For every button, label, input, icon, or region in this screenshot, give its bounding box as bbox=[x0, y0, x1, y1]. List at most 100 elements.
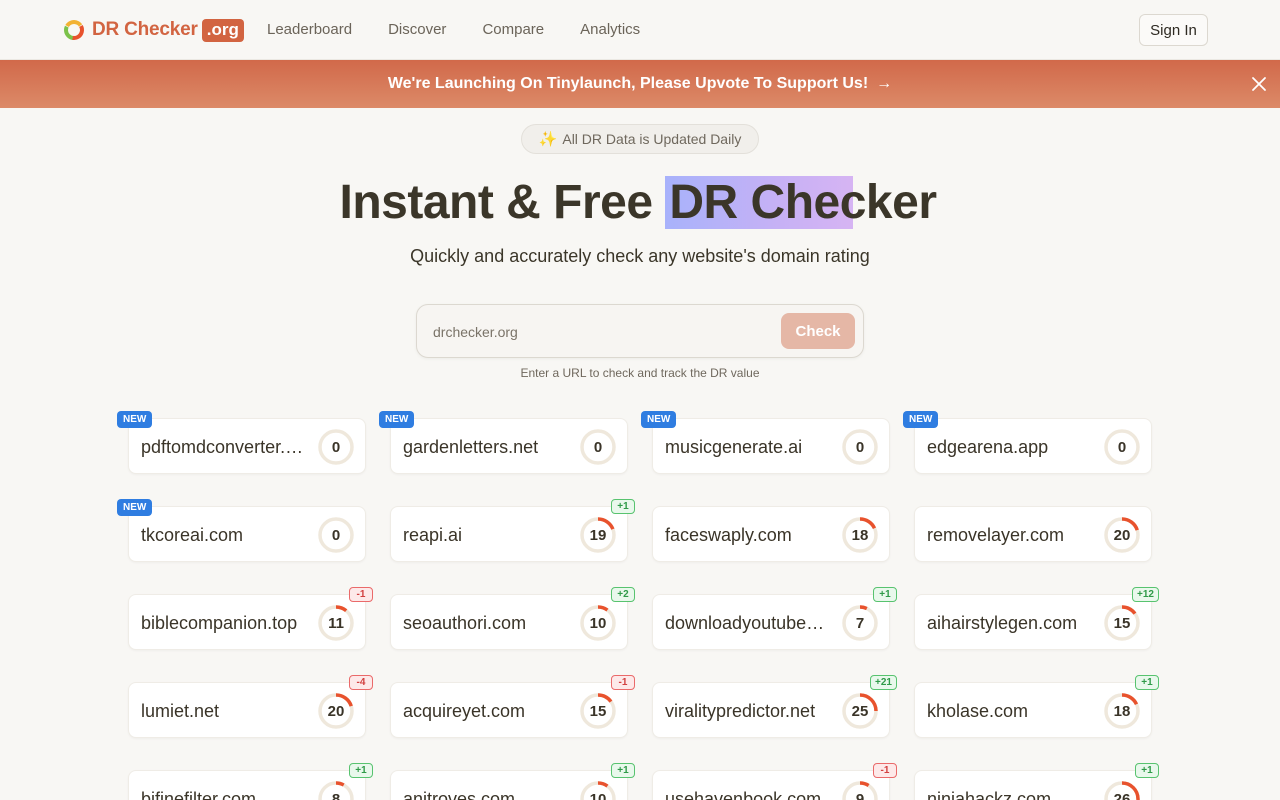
title-highlight: DR Checker bbox=[665, 176, 941, 229]
site-card[interactable]: acquireyet.com 15 -1 bbox=[390, 675, 635, 738]
site-card[interactable]: usehavenbook.com 9 -1 bbox=[652, 763, 897, 800]
update-pill: ✨ All DR Data is Updated Daily bbox=[521, 124, 759, 154]
close-icon[interactable] bbox=[1249, 74, 1269, 94]
dr-change-badge: +2 bbox=[611, 587, 635, 602]
url-input[interactable] bbox=[433, 321, 773, 343]
new-badge: NEW bbox=[117, 411, 153, 428]
dr-value: 26 bbox=[1113, 790, 1131, 800]
site-domain: gardenletters.net bbox=[403, 437, 539, 457]
dr-change-badge: -1 bbox=[349, 587, 373, 602]
logo-text: DR Checker bbox=[92, 19, 198, 40]
dr-value: 19 bbox=[589, 526, 607, 544]
banner-text: We're Launching On Tinylaunch, Please Up… bbox=[387, 75, 869, 92]
site-card[interactable]: aihairstylegen.com 15 +12 bbox=[914, 587, 1159, 650]
site-card[interactable]: gardenletters.net 0 NEW bbox=[379, 411, 628, 474]
site-card[interactable]: downloadyoutubevideo.com 7 +1 bbox=[652, 587, 897, 650]
dr-change-badge: +1 bbox=[1135, 763, 1159, 778]
nav-leaderboard[interactable]: Leaderboard bbox=[267, 20, 352, 40]
search-hint: Enter a URL to check and track the DR va… bbox=[520, 366, 760, 380]
top-header: DR Checker .org Leaderboard Discover Com… bbox=[0, 0, 1280, 60]
site-domain: musicgenerate.ai bbox=[665, 437, 803, 457]
arrow-right-icon: → bbox=[876, 75, 893, 92]
dr-value: 10 bbox=[589, 614, 607, 632]
site-card[interactable]: seoauthori.com 10 +2 bbox=[390, 587, 635, 650]
logo[interactable]: DR Checker .org bbox=[63, 17, 244, 43]
announcement-banner: We're Launching On Tinylaunch, Please Up… bbox=[0, 60, 1280, 108]
dr-change-badge: +21 bbox=[870, 675, 897, 690]
dr-change-badge: -1 bbox=[873, 763, 897, 778]
dr-change-badge: -1 bbox=[611, 675, 635, 690]
check-button[interactable]: Check bbox=[781, 313, 855, 349]
sign-in-button[interactable]: Sign In bbox=[1139, 14, 1208, 46]
page-subtitle: Quickly and accurately check any website… bbox=[410, 246, 870, 266]
site-domain: seoauthori.com bbox=[403, 613, 527, 633]
site-card[interactable]: kholase.com 18 +1 bbox=[914, 675, 1159, 738]
site-card[interactable]: lumiet.net 20 -4 bbox=[128, 675, 373, 738]
site-domain: removelayer.com bbox=[927, 525, 1065, 545]
dr-change-badge: +1 bbox=[873, 587, 897, 602]
dr-value: 0 bbox=[1117, 438, 1127, 456]
site-domain: aihairstylegen.com bbox=[927, 613, 1078, 633]
site-domain: viralitypredictor.net bbox=[665, 701, 816, 721]
site-domain: faceswaply.com bbox=[665, 525, 792, 545]
page-title: Instant & Free DR Checker bbox=[0, 170, 1280, 236]
site-domain: edgearena.app bbox=[927, 437, 1049, 457]
logo-badge: .org bbox=[201, 18, 244, 42]
new-badge: NEW bbox=[641, 411, 677, 428]
dr-value: 25 bbox=[851, 702, 869, 720]
site-card[interactable]: ninjahackz.com 26 +1 bbox=[914, 763, 1159, 800]
site-card[interactable]: removelayer.com 20 bbox=[914, 506, 1152, 562]
site-card[interactable]: musicgenerate.ai 0 NEW bbox=[641, 411, 890, 474]
site-domain: acquireyet.com bbox=[403, 701, 526, 721]
main-nav: Leaderboard Discover Compare Analytics bbox=[267, 20, 676, 40]
site-domain: usehavenbook.com bbox=[665, 789, 822, 800]
dr-value: 18 bbox=[851, 526, 869, 544]
site-card[interactable]: bifinefilter.com 8 +1 bbox=[128, 763, 373, 800]
dr-change-badge: +1 bbox=[611, 499, 635, 514]
site-card[interactable]: reapi.ai 19 +1 bbox=[390, 499, 635, 562]
dr-value: 0 bbox=[855, 438, 865, 456]
sparkles-icon: ✨ bbox=[538, 131, 558, 148]
site-card[interactable]: edgearena.app 0 NEW bbox=[903, 411, 1152, 474]
site-domain: reapi.ai bbox=[403, 525, 463, 545]
pill-text: All DR Data is Updated Daily bbox=[562, 131, 742, 147]
dr-value: 0 bbox=[331, 438, 341, 456]
new-badge: NEW bbox=[117, 499, 153, 516]
title-prefix: Instant & Free bbox=[339, 176, 666, 229]
site-card[interactable]: anitroves.com 10 +1 bbox=[390, 763, 635, 800]
dr-value: 15 bbox=[1113, 614, 1131, 632]
banner-link[interactable]: We're Launching On Tinylaunch, Please Up… bbox=[388, 75, 892, 93]
site-domain: tkcoreai.com bbox=[141, 525, 244, 545]
site-domain: downloadyoutubevideo.com bbox=[665, 613, 833, 633]
nav-analytics[interactable]: Analytics bbox=[580, 20, 640, 40]
dr-change-badge: +1 bbox=[1135, 675, 1159, 690]
dr-value: 8 bbox=[331, 790, 341, 800]
dr-change-badge: +1 bbox=[611, 763, 635, 778]
dr-value: 18 bbox=[1113, 702, 1131, 720]
dr-change-badge: +12 bbox=[1132, 587, 1159, 602]
dr-change-badge: +1 bbox=[349, 763, 373, 778]
dr-value: 7 bbox=[855, 614, 865, 632]
site-card[interactable]: biblecompanion.top 11 -1 bbox=[128, 587, 373, 650]
site-card[interactable]: pdftomdconverter.com 0 NEW bbox=[117, 411, 366, 474]
search-box: Check bbox=[416, 304, 864, 358]
nav-discover[interactable]: Discover bbox=[388, 20, 446, 40]
site-card[interactable]: faceswaply.com 18 bbox=[652, 506, 890, 562]
site-card[interactable]: tkcoreai.com 0 NEW bbox=[117, 499, 366, 562]
site-card[interactable]: viralitypredictor.net 25 +21 bbox=[652, 675, 897, 738]
sites-grid: pdftomdconverter.com 0 NEW gardenletters.ne… bbox=[117, 411, 1159, 800]
dr-value: 11 bbox=[328, 614, 344, 632]
dr-change-badge: -4 bbox=[349, 675, 373, 690]
site-domain: bifinefilter.com bbox=[141, 789, 257, 800]
site-domain: lumiet.net bbox=[141, 701, 220, 721]
nav-compare[interactable]: Compare bbox=[482, 20, 544, 40]
site-domain: anitroves.com bbox=[403, 789, 516, 800]
dr-value: 15 bbox=[589, 702, 607, 720]
dr-value: 20 bbox=[327, 702, 345, 720]
site-domain: kholase.com bbox=[927, 701, 1029, 721]
dr-value: 0 bbox=[593, 438, 603, 456]
dr-value: 10 bbox=[589, 790, 607, 800]
logo-ring-icon bbox=[63, 19, 85, 41]
site-domain: ninjahackz.com bbox=[927, 789, 1052, 800]
new-badge: NEW bbox=[379, 411, 415, 428]
